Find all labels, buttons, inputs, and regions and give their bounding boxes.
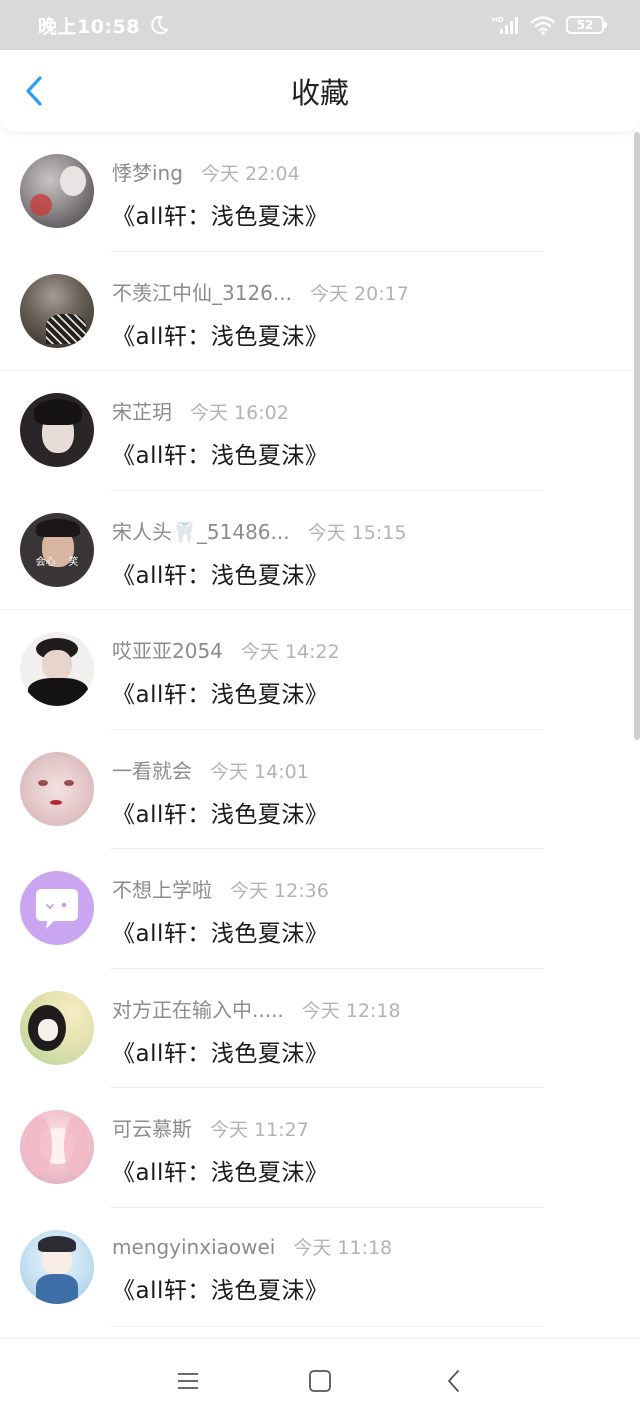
list-item[interactable]: 哎亚亚2054 今天 14:22 《all轩：浅色夏沫》 bbox=[0, 610, 640, 730]
avatar[interactable] bbox=[20, 273, 94, 348]
item-title[interactable]: 《all轩：浅色夏沫》 bbox=[112, 1034, 401, 1068]
page-title: 收藏 bbox=[290, 76, 349, 110]
item-title[interactable]: 《all轩：浅色夏沫》 bbox=[112, 556, 406, 590]
list-item[interactable]: mengyinxiaowei 今天 11:18 《all轩：浅色夏沫》 bbox=[0, 1208, 640, 1328]
item-title[interactable]: 《all轩：浅色夏沫》 bbox=[112, 317, 409, 351]
avatar[interactable] bbox=[20, 1229, 94, 1304]
nav-back-icon[interactable] bbox=[440, 1367, 468, 1395]
status-time: 晚上10:58 bbox=[38, 15, 140, 38]
avatar[interactable] bbox=[20, 871, 94, 945]
favorites-list[interactable]: 悸梦ing 今天 22:04 《all轩：浅色夏沫》 不羡江中仙_3126... 今… bbox=[0, 132, 640, 1338]
author-name[interactable]: 不想上学啦 bbox=[112, 874, 212, 903]
avatar[interactable] bbox=[20, 1110, 94, 1184]
avatar[interactable] bbox=[20, 751, 94, 826]
timestamp: 今天 12:18 bbox=[301, 999, 401, 1022]
signal-icon: HD bbox=[492, 16, 518, 34]
author-name[interactable]: 哎亚亚2054 bbox=[112, 635, 223, 664]
header-bar: 收藏 bbox=[0, 50, 640, 132]
avatar[interactable] bbox=[20, 393, 94, 467]
author-name[interactable]: mengyinxiaowei bbox=[112, 1235, 275, 1259]
list-item[interactable]: 会心 笑 宋人头🦷_51486... 今天 15:15 《all轩：浅色夏沫》 bbox=[0, 491, 640, 611]
author-name[interactable]: 一看就会 bbox=[112, 755, 192, 784]
avatar[interactable] bbox=[20, 632, 94, 706]
list-item[interactable]: 一看就会 今天 14:01 《all轩：浅色夏沫》 bbox=[0, 730, 640, 850]
avatar[interactable] bbox=[20, 990, 94, 1065]
list-item[interactable]: 悸梦ing 今天 22:04 《all轩：浅色夏沫》 bbox=[0, 132, 640, 252]
timestamp: 今天 16:02 bbox=[190, 402, 289, 424]
moon-icon bbox=[151, 15, 169, 35]
back-button[interactable] bbox=[18, 74, 50, 108]
menu-icon[interactable] bbox=[174, 1367, 202, 1395]
scrollbar[interactable] bbox=[634, 132, 640, 740]
item-title[interactable]: 《all轩：浅色夏沫》 bbox=[112, 1153, 328, 1187]
item-title[interactable]: 《all轩：浅色夏沫》 bbox=[112, 1271, 392, 1305]
system-nav-bar bbox=[0, 1338, 640, 1422]
avatar[interactable]: 会心 笑 bbox=[20, 512, 94, 587]
chevron-left-icon bbox=[26, 76, 42, 106]
list-item[interactable]: 可云慕斯 今天 11:27 《all轩：浅色夏沫》 bbox=[0, 1088, 640, 1208]
item-title[interactable]: 《all轩：浅色夏沫》 bbox=[112, 914, 329, 948]
author-name[interactable]: 不羡江中仙_3126... bbox=[112, 277, 292, 306]
author-name[interactable]: 宋人头🦷_51486... bbox=[112, 516, 290, 545]
timestamp: 今天 14:01 bbox=[210, 760, 309, 783]
battery-indicator: 52 bbox=[566, 16, 607, 34]
battery-level: 52 bbox=[576, 18, 594, 32]
network-label: HD bbox=[492, 16, 504, 24]
list-item[interactable]: 宋芷玥 今天 16:02 《all轩：浅色夏沫》 bbox=[0, 371, 640, 491]
list-item[interactable]: 对方正在输入中..... 今天 12:18 《all轩：浅色夏沫》 bbox=[0, 969, 640, 1089]
avatar-caption: 会心 笑 bbox=[35, 556, 79, 568]
timestamp: 今天 14:22 bbox=[240, 641, 340, 663]
list-item[interactable]: 不羡江中仙_3126... 今天 20:17 《all轩：浅色夏沫》 bbox=[0, 252, 640, 372]
avatar[interactable] bbox=[20, 154, 94, 228]
home-icon[interactable] bbox=[306, 1367, 334, 1395]
timestamp: 今天 12:36 bbox=[230, 880, 329, 902]
timestamp: 今天 20:17 bbox=[309, 282, 409, 305]
timestamp: 今天 22:04 bbox=[200, 163, 300, 185]
timestamp: 今天 11:27 bbox=[210, 1119, 309, 1141]
list-item[interactable]: 不想上学啦 今天 12:36 《all轩：浅色夏沫》 bbox=[0, 849, 640, 969]
item-title[interactable]: 《all轩：浅色夏沫》 bbox=[112, 675, 340, 709]
item-title[interactable]: 《all轩：浅色夏沫》 bbox=[112, 197, 328, 231]
author-name[interactable]: 对方正在输入中..... bbox=[112, 994, 284, 1023]
timestamp: 今天 15:15 bbox=[307, 521, 407, 544]
author-name[interactable]: 悸梦ing bbox=[112, 157, 183, 186]
chat-bubble-icon bbox=[36, 889, 78, 929]
wifi-icon bbox=[530, 16, 556, 35]
author-name[interactable]: 宋芷玥 bbox=[112, 396, 172, 425]
item-title[interactable]: 《all轩：浅色夏沫》 bbox=[112, 795, 328, 829]
item-title[interactable]: 《all轩：浅色夏沫》 bbox=[112, 436, 328, 470]
timestamp: 今天 11:18 bbox=[293, 1236, 393, 1259]
status-bar: 晚上10:58 HD 52 bbox=[0, 0, 640, 50]
author-name[interactable]: 可云慕斯 bbox=[112, 1113, 192, 1142]
